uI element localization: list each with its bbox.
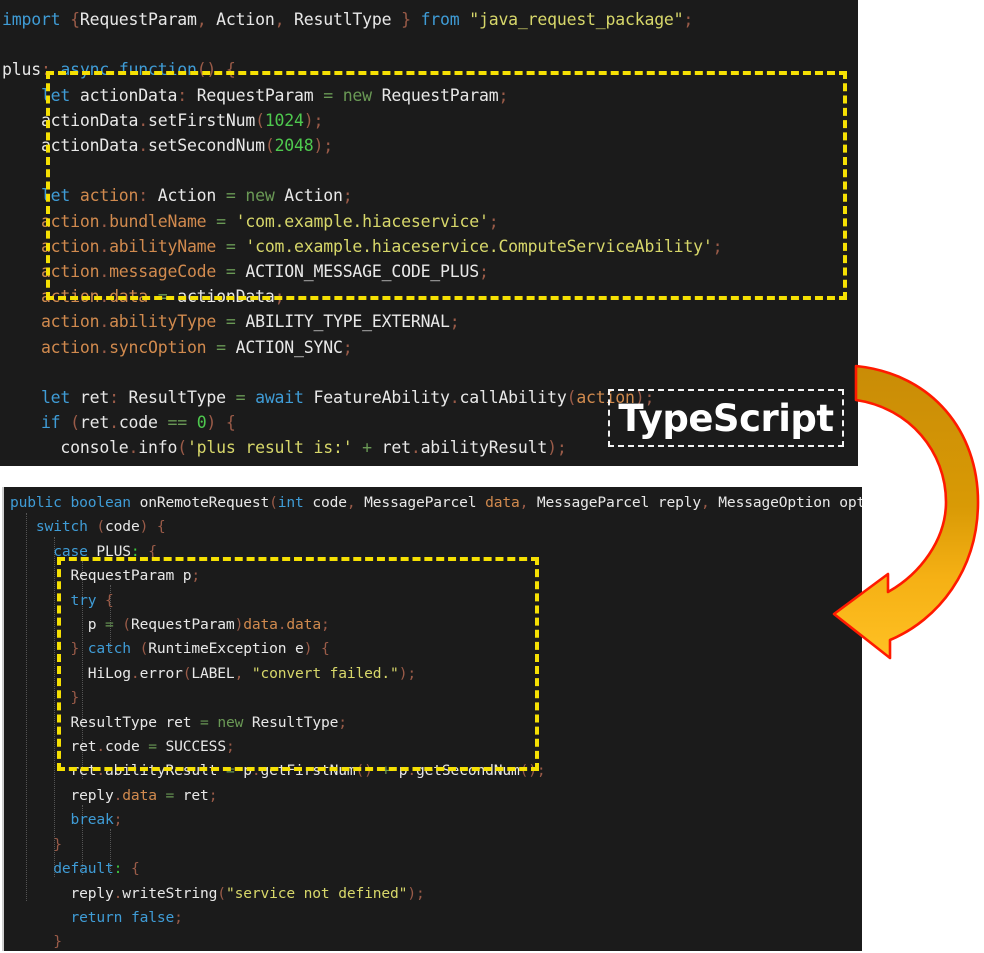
typescript-code-panel: import {RequestParam, Action, ResutlType… (0, 0, 858, 466)
java-code-panel: public boolean onRemoteRequest(int code,… (2, 487, 862, 951)
curved-flow-arrow (832, 364, 980, 660)
typescript-language-label: TypeScript (608, 389, 844, 447)
java-code-text: public boolean onRemoteRequest(int code,… (10, 494, 862, 951)
arrow-shape (832, 364, 980, 660)
typescript-label-text: TypeScript (618, 396, 834, 440)
